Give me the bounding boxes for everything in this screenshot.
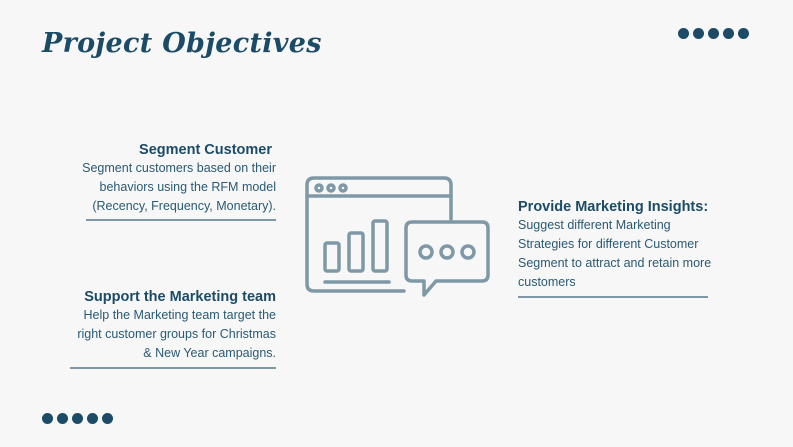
divider-line [70, 367, 276, 369]
objective-text-line: Segment to attract and retain more [518, 256, 712, 270]
objective-support-marketing: Support the Marketing team Help the Mark… [16, 288, 276, 369]
objective-text-line: Strategies for different Customer [518, 237, 699, 251]
objective-heading: Provide Marketing Insights: [518, 199, 709, 215]
decorative-dots-bottom [42, 413, 113, 424]
objective-heading: Support the Marketing team [84, 289, 276, 305]
divider-line [86, 219, 276, 221]
objective-heading: Segment Customer [139, 142, 272, 158]
objective-marketing-insights: Provide Marketing Insights: Suggest diff… [518, 198, 768, 298]
dot-icon [693, 28, 704, 39]
divider-line [518, 296, 708, 298]
objective-text-line: Segment customers based on their [82, 161, 276, 175]
browser-window-bar-chart-chat-bubble-icon [304, 174, 494, 304]
dot-icon [72, 413, 83, 424]
objective-text-line: customers [518, 275, 576, 289]
objective-segment-customer: Segment Customer Segment customers based… [16, 141, 276, 221]
dot-icon [57, 413, 68, 424]
objective-text-line: (Recency, Frequency, Monetary). [92, 199, 276, 213]
objective-text-line: behaviors using the RFM model [99, 180, 276, 194]
dot-icon [42, 413, 53, 424]
page-title: Project Objectives [42, 28, 322, 59]
objective-text-line: Suggest different Marketing [518, 218, 671, 232]
dot-icon [87, 413, 98, 424]
objective-text-line: Help the Marketing team target the [83, 308, 276, 322]
dot-icon [102, 413, 113, 424]
objective-text-line: & New Year campaigns. [143, 346, 276, 360]
objective-text-line: right customer groups for Christmas [77, 327, 276, 341]
dot-icon [678, 28, 689, 39]
decorative-dots-top [678, 28, 749, 39]
dot-icon [723, 28, 734, 39]
dot-icon [738, 28, 749, 39]
dot-icon [708, 28, 719, 39]
